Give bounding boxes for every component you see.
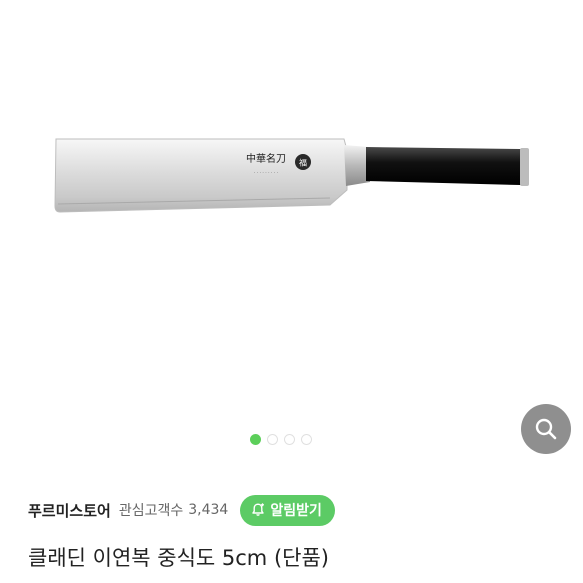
interest-label: 관심고객수	[118, 503, 184, 519]
notify-button[interactable]: 알림받기	[240, 494, 335, 526]
svg-text:· · · · · · · · ·: · · · · · · · · ·	[254, 171, 278, 176]
blade-brand-text: 中華名刀	[246, 152, 286, 165]
carousel-indicators[interactable]	[250, 434, 312, 445]
magnifier-icon	[535, 418, 557, 440]
interest-count: 3,434	[188, 502, 229, 518]
product-image[interactable]: 中華名刀 · · · · · · · · · 福	[0, 0, 583, 470]
product-title: 클래딘 이연복 중식도 5cm (단품)	[28, 546, 329, 570]
zoom-button[interactable]	[521, 404, 571, 454]
store-name-link[interactable]: 푸르미스토어	[28, 500, 111, 521]
notify-label: 알림받기	[270, 503, 322, 519]
carousel-dot-2[interactable]	[267, 434, 278, 445]
cleaver-knife-image: 中華名刀 · · · · · · · · · 福	[54, 138, 529, 213]
blade-logo-char: 福	[299, 159, 307, 168]
bell-plus-icon	[252, 503, 265, 516]
carousel-dot-4[interactable]	[301, 434, 312, 445]
store-info-row: 푸르미스토어 관심고객수 3,434 알림받기	[28, 494, 335, 526]
carousel-dot-3[interactable]	[284, 434, 295, 445]
carousel-dot-1[interactable]	[250, 434, 261, 445]
